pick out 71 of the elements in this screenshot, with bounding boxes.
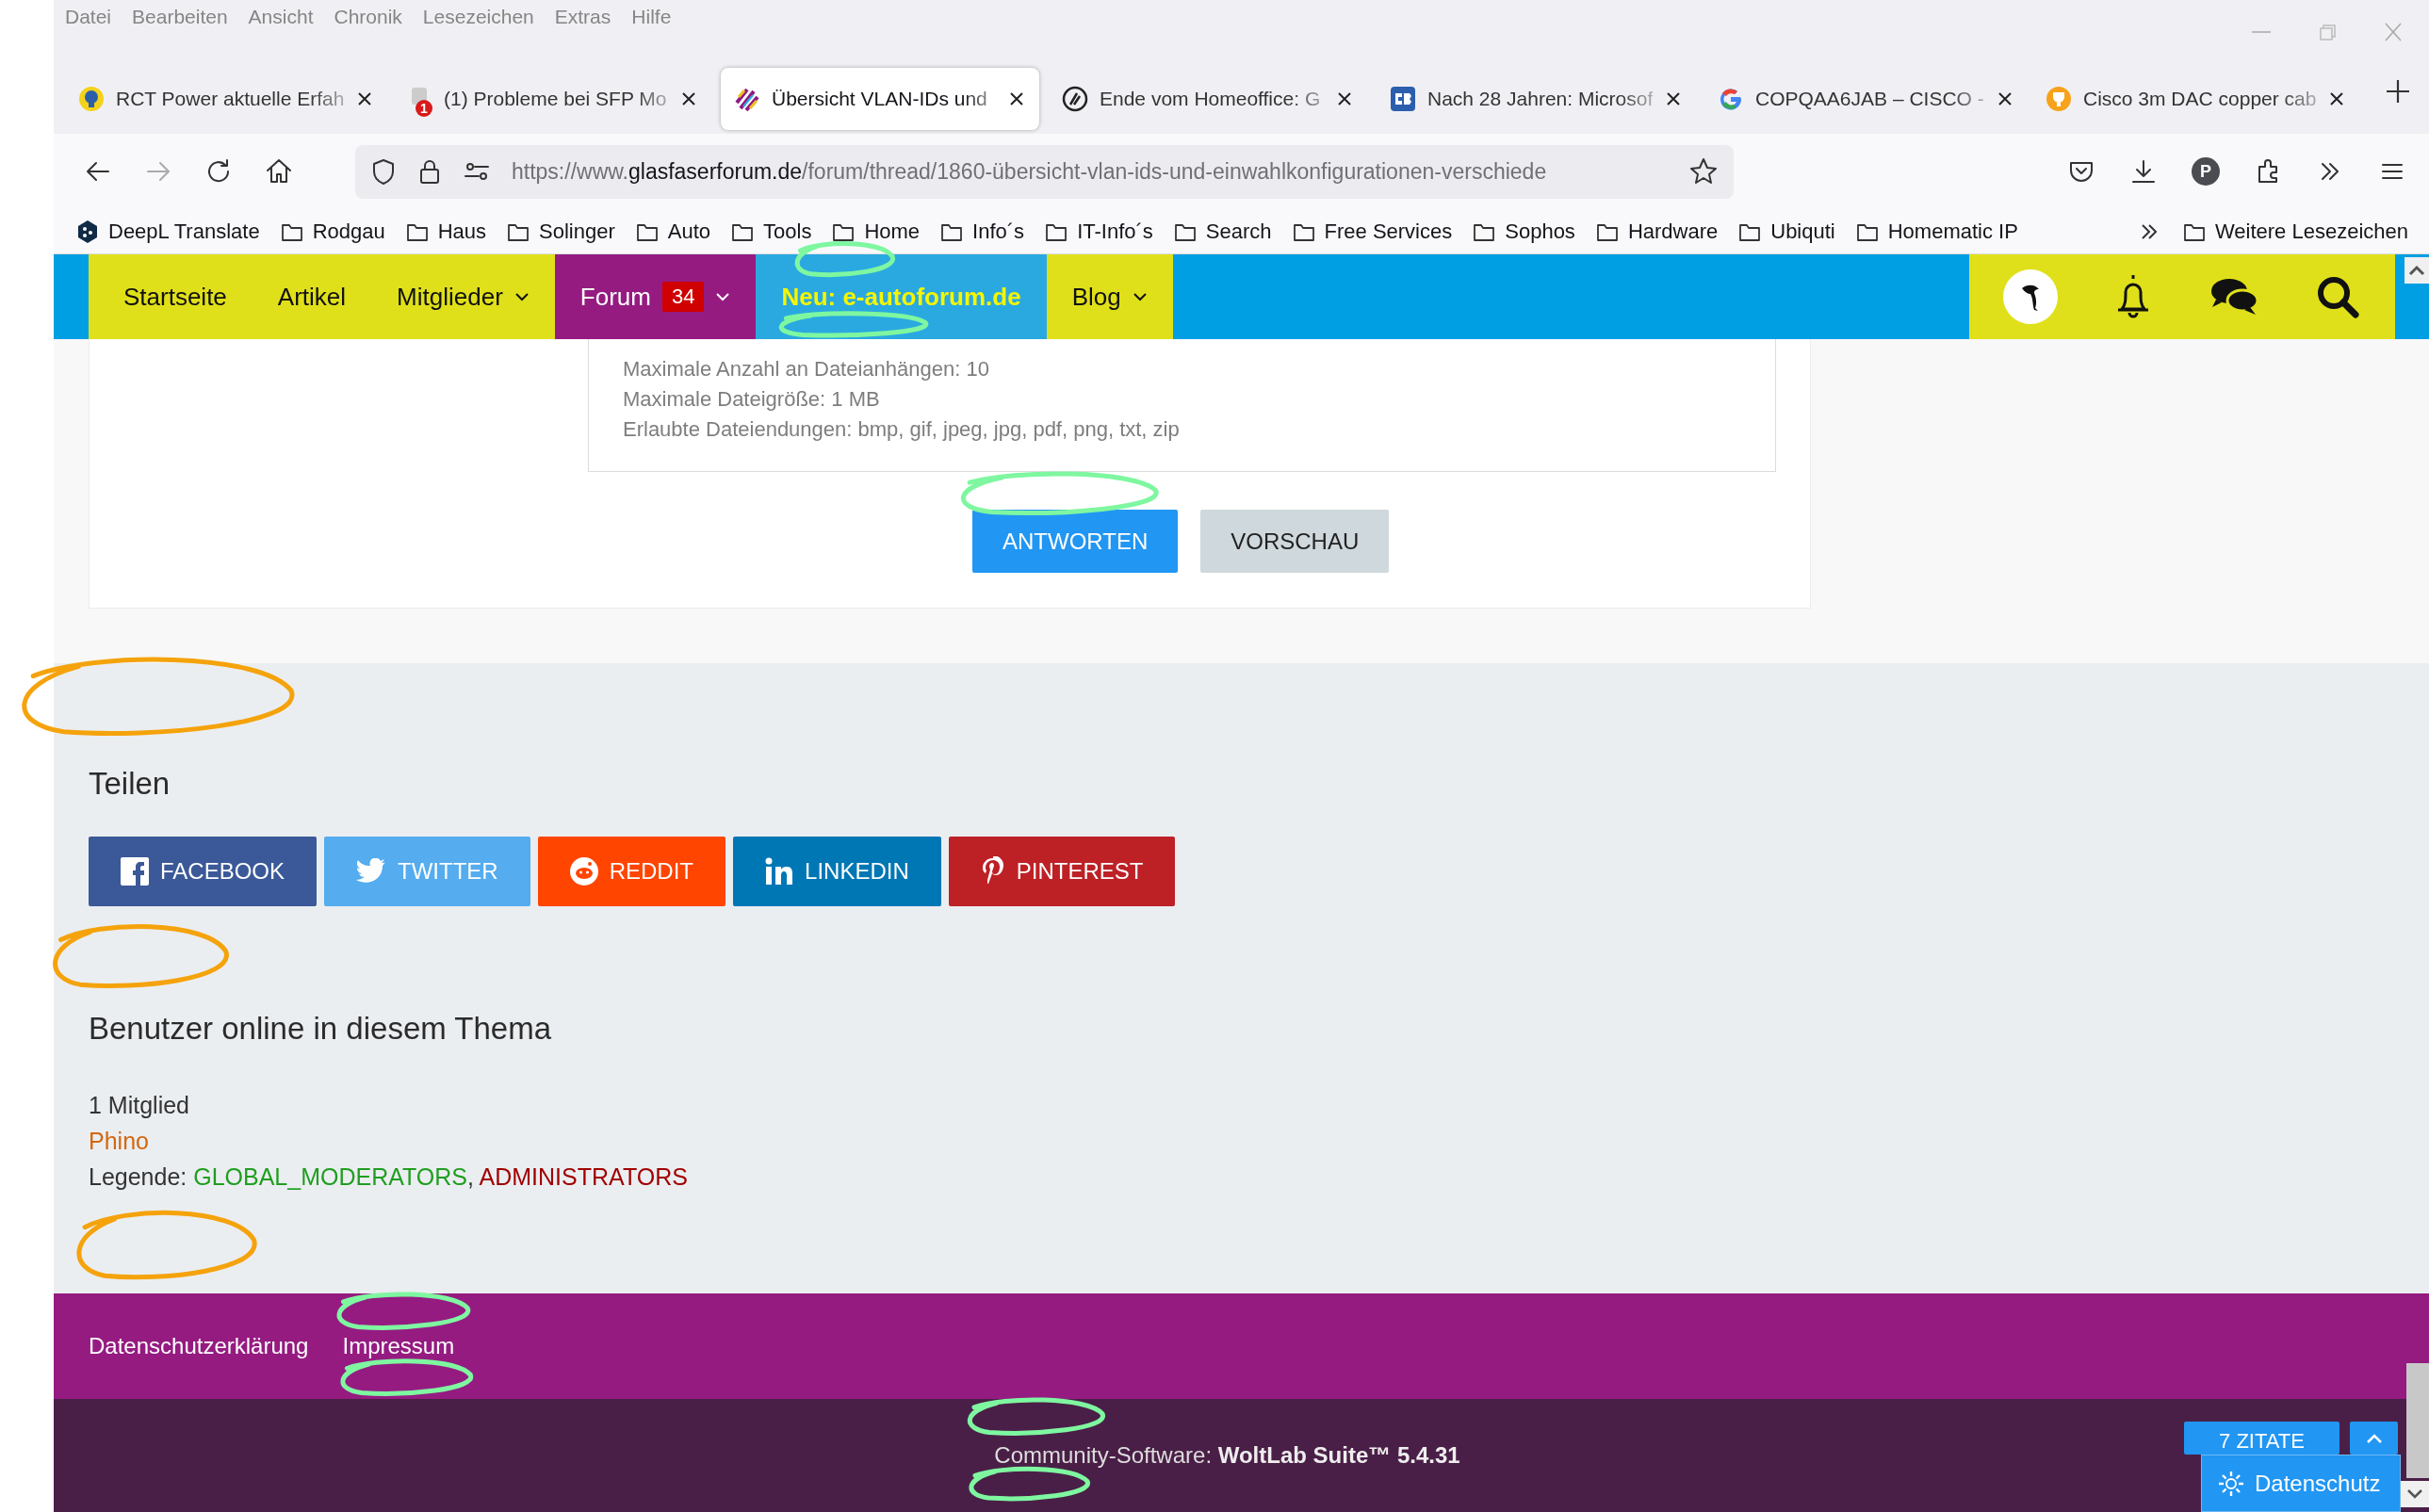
- nav-link[interactable]: Startseite: [89, 254, 253, 339]
- nav-link[interactable]: Artikel: [252, 254, 372, 339]
- group-link[interactable]: ADMINISTRATORS: [479, 1163, 688, 1190]
- facebook-icon: [121, 857, 149, 886]
- avatar-icon[interactable]: [2003, 269, 2058, 324]
- bookmark-item[interactable]: Hardware: [1595, 219, 1719, 244]
- notification-badge: 1: [416, 100, 432, 117]
- legend-text: Legende: GLOBAL_MODERATORS, ADMINISTRATORS: [89, 1162, 688, 1192]
- browser-tab[interactable]: COPQAA6JAB – CISCO -: [1704, 68, 2023, 130]
- share-button[interactable]: LINKEDIN: [733, 837, 941, 906]
- linkedin-icon: [765, 857, 794, 886]
- bookmark-item[interactable]: IT-Info´s: [1045, 219, 1153, 244]
- bookmark-item[interactable]: Solinger: [507, 219, 615, 244]
- star-icon[interactable]: [1688, 156, 1719, 187]
- bookmark-item[interactable]: Sophos: [1473, 219, 1575, 244]
- lock-icon: [417, 157, 442, 186]
- footer-link[interactable]: Datenschutzerklärung: [89, 1333, 309, 1359]
- browser-tab[interactable]: 1 (1) Probleme bei SFP Mo: [393, 68, 711, 130]
- bookmark-item[interactable]: Tools: [731, 219, 812, 244]
- bookmark-item[interactable]: Homematic IP: [1855, 219, 2018, 244]
- member-count: 1 Mitglied: [89, 1091, 189, 1120]
- footer-link[interactable]: Impressum: [342, 1333, 455, 1359]
- stripes-icon: [734, 86, 760, 112]
- copyright-text: Community-Software: WoltLab Suite™ 5.4.31: [994, 1442, 1460, 1469]
- section-heading: Benutzer online in diesem Thema: [89, 1010, 551, 1048]
- nav-link[interactable]: Blog: [1046, 254, 1173, 339]
- g-logo-icon: [1718, 86, 1744, 112]
- bookmark-item[interactable]: Free Services: [1292, 219, 1453, 244]
- info-text: Maximale Anzahl an Dateianhängen: 10: [623, 356, 990, 382]
- bulb-icon: [78, 86, 105, 112]
- download-icon[interactable]: [2129, 157, 2158, 186]
- caret-up-icon: [2365, 1433, 2383, 1444]
- reddit-icon: [569, 857, 598, 886]
- new-tab-icon[interactable]: [2384, 77, 2412, 106]
- info-text: Erlaubte Dateiendungen: bmp, gif, jpeg, jpg, pdf, png, txt, zip: [623, 416, 1181, 443]
- bookmark-item[interactable]: Haus: [405, 219, 487, 244]
- share-button[interactable]: FACEBOOK: [89, 837, 318, 906]
- address-field[interactable]: https://www.glasfaserforum.de/forum/thread/1860-übersicht-vlan-ids-und-einwahlkonfigurationen-verschiede: [355, 144, 1734, 199]
- bookmark-item[interactable]: Info´s: [940, 219, 1025, 244]
- preview-button[interactable]: VORSCHAU: [1200, 510, 1390, 573]
- browser-tab[interactable]: Ende vom Homeoffice: G: [1049, 68, 1367, 130]
- deepl-logo-icon: [76, 219, 99, 244]
- bookmark-item[interactable]: Rodgau: [280, 219, 385, 244]
- share-button[interactable]: PINTEREST: [948, 837, 1176, 906]
- nav-link[interactable]: Mitglieder: [371, 254, 555, 339]
- browser-tab[interactable]: Nach 28 Jahren: Microsof: [1377, 68, 1695, 130]
- browser-tab[interactable]: Cisco 3m DAC copper cab: [2032, 68, 2351, 130]
- section-heading: Teilen: [89, 765, 171, 803]
- bookmark-item[interactable]: Weitere Lesezeichen: [2182, 219, 2408, 244]
- scroll-down-button[interactable]: [2401, 1481, 2429, 1507]
- bookmark-item[interactable]: Ubiquti: [1738, 219, 1835, 244]
- shield-icon: [370, 157, 397, 186]
- info-text: Maximale Dateigröße: 1 MB: [623, 386, 881, 413]
- profile-avatar[interactable]: P: [2192, 157, 2220, 186]
- browser-tab[interactable]: Übersicht VLAN-IDs und: [721, 68, 1039, 130]
- bookmark-item[interactable]: Auto: [635, 219, 711, 244]
- scroll-top-button[interactable]: [2350, 1422, 2398, 1455]
- bookmark-item[interactable]: Home: [832, 219, 921, 244]
- swirl-icon: [1062, 86, 1088, 112]
- pin-icon: [980, 856, 1005, 886]
- browser-tab[interactable]: RCT Power aktuelle Erfah: [65, 68, 383, 130]
- count-badge: 34: [661, 282, 705, 312]
- bird-icon: [356, 858, 387, 885]
- logo-icon: [1390, 86, 1416, 112]
- nav-link[interactable]: Forum 34: [554, 254, 757, 339]
- scrollbar-thumb[interactable]: [2406, 1363, 2429, 1478]
- scroll-up-button[interactable]: [2405, 257, 2429, 284]
- bookmark-item[interactable]: Search: [1173, 219, 1272, 244]
- trophy-icon: [2046, 86, 2072, 112]
- settings-icon: [2217, 1469, 2245, 1498]
- bookmark-item[interactable]: DeepL Translate: [76, 219, 260, 244]
